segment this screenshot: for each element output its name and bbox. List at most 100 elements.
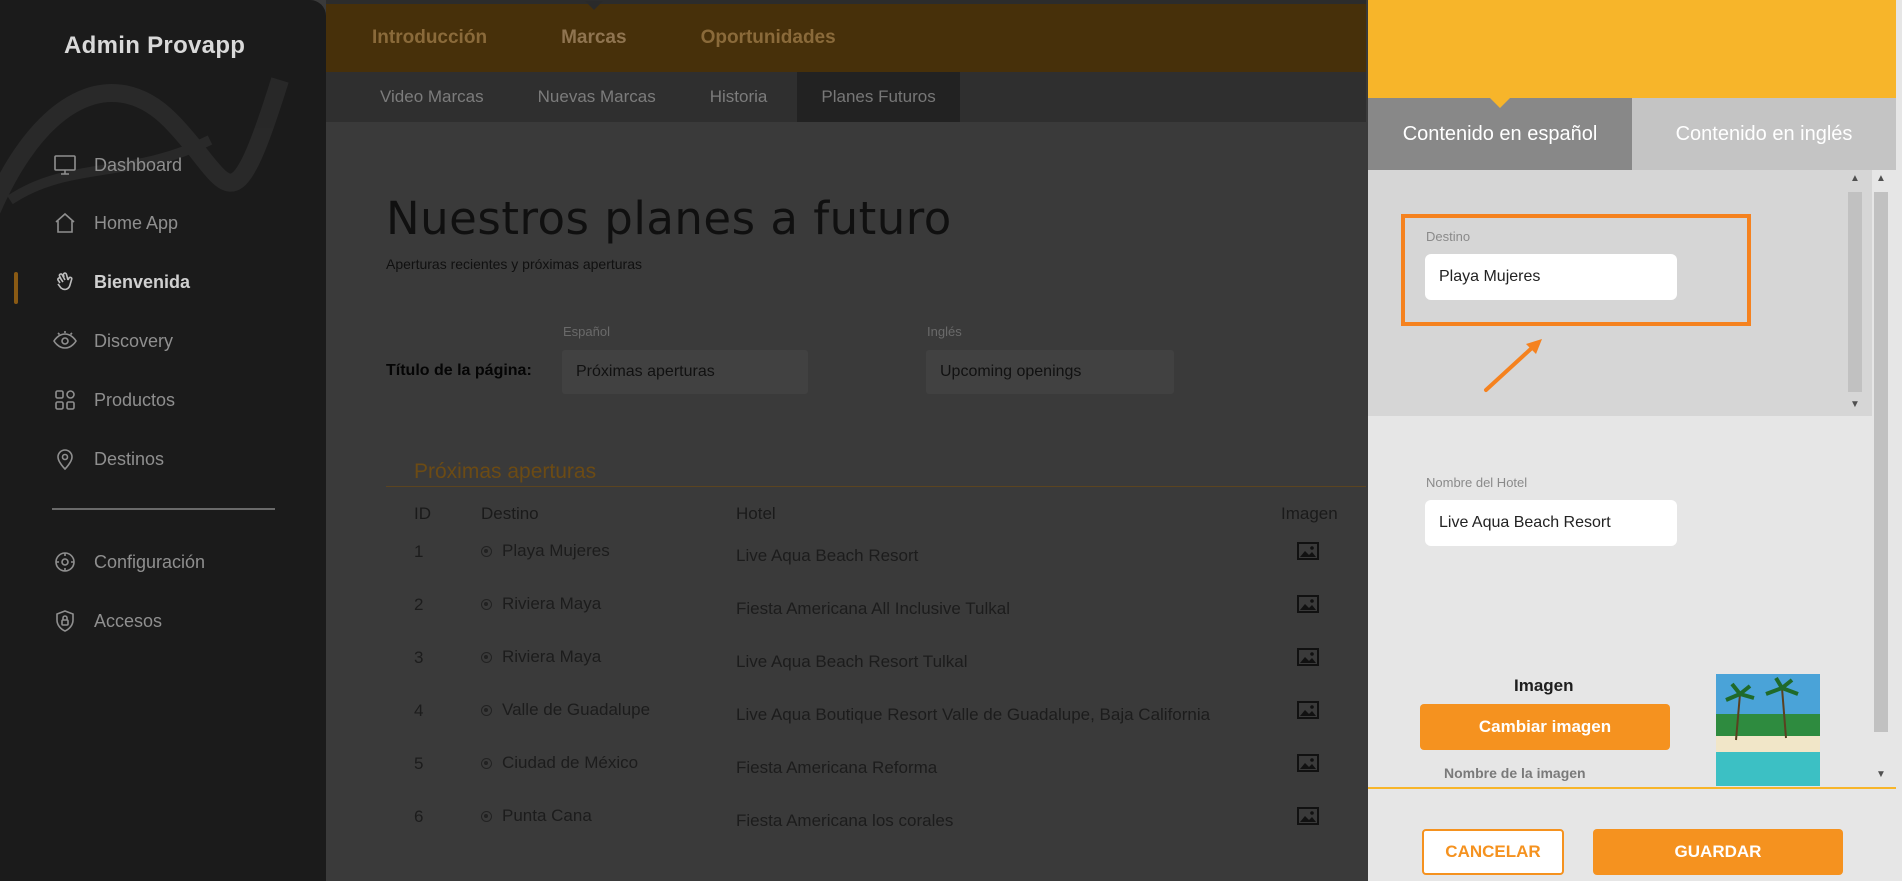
sidebar-item-label: Configuración (94, 551, 206, 572)
tab-contenido-espanol[interactable]: Contenido en español (1368, 97, 1632, 170)
title-es-input[interactable]: Próximas aperturas (562, 350, 808, 394)
monitor-icon (52, 152, 78, 178)
col-header-hotel: Hotel (736, 504, 776, 523)
cell-destino: Punta Cana (481, 806, 592, 826)
section-title: Próximas aperturas (414, 460, 597, 483)
eye-icon (52, 328, 78, 354)
title-en-input[interactable]: Upcoming openings (926, 350, 1174, 394)
sidebar-item-label: Dashboard (94, 154, 183, 175)
cell-hotel: Fiesta Americana Reforma (736, 758, 938, 777)
sidebar-item-home-app[interactable]: Home App (52, 206, 178, 240)
sidebar-item-label: Discovery (94, 330, 174, 351)
panel-scrollbar[interactable]: ▲ ▼ (1872, 170, 1890, 788)
radio-icon[interactable] (481, 757, 492, 769)
col-header-id: ID (414, 504, 431, 523)
cell-hotel: Fiesta Americana All Inclusive Tulkal (736, 599, 1011, 618)
active-indicator (14, 272, 18, 304)
lang-es-label: Español (563, 324, 610, 339)
col-header-imagen: Imagen (1281, 504, 1338, 523)
radio-icon[interactable] (481, 704, 492, 716)
sidebar-item-destinos[interactable]: Destinos (52, 442, 164, 476)
tab-introduccion[interactable]: Introducción (372, 27, 487, 49)
page-title: Nuestros planes a futuro (386, 192, 952, 245)
image-icon[interactable] (1297, 807, 1319, 825)
panel-tabs: Contenido en español Contenido en inglés (1368, 97, 1896, 170)
sidebar-item-discovery[interactable]: Discovery (52, 324, 173, 358)
save-button[interactable]: GUARDAR (1593, 829, 1843, 875)
sidebar-item-configuracion[interactable]: Configuración (52, 545, 205, 579)
scroll-down-icon[interactable]: ▼ (1846, 396, 1864, 414)
image-icon[interactable] (1297, 595, 1319, 613)
cell-id: 1 (414, 542, 424, 561)
section-divider (386, 486, 1366, 487)
page-subtitle: Aperturas recientes y próximas aperturas (386, 256, 642, 272)
tab-oportunidades[interactable]: Oportunidades (701, 27, 836, 49)
image-icon[interactable] (1297, 701, 1319, 719)
sidebar-item-dashboard[interactable]: Dashboard (52, 148, 182, 182)
image-icon[interactable] (1297, 754, 1319, 772)
cell-destino: Ciudad de México (481, 753, 638, 773)
cell-hotel: Live Aqua Beach Resort Tulkal (736, 652, 968, 671)
panel-header (1368, 0, 1896, 98)
radio-icon[interactable] (481, 598, 492, 610)
cell-destino: Playa Mujeres (481, 541, 610, 561)
inner-scrollbar[interactable]: ▲ ▼ (1846, 170, 1864, 416)
scroll-up-icon[interactable]: ▲ (1846, 170, 1864, 188)
scroll-down-icon[interactable]: ▼ (1872, 766, 1890, 784)
cell-destino-text: Riviera Maya (502, 647, 602, 666)
inner-scrollbar-thumb[interactable] (1848, 192, 1862, 392)
col-header-destino: Destino (481, 504, 539, 523)
sidebar-item-label: Bienvenida (94, 271, 191, 292)
highlight-annotation (1401, 214, 1751, 326)
cell-destino-text: Punta Cana (502, 806, 592, 825)
map-pin-icon (52, 446, 78, 472)
gear-icon (52, 549, 78, 575)
cell-destino: Riviera Maya (481, 647, 601, 667)
edit-panel: Contenido en español Contenido en inglés… (1368, 0, 1902, 881)
radio-icon[interactable] (481, 810, 492, 822)
image-icon[interactable] (1297, 648, 1319, 666)
tab-contenido-ingles[interactable]: Contenido en inglés (1632, 98, 1896, 170)
subtab-nuevas-marcas[interactable]: Nuevas Marcas (538, 72, 656, 122)
cancel-button[interactable]: CANCELAR (1422, 829, 1564, 875)
home-icon (52, 210, 78, 236)
panel-scrollbar-thumb[interactable] (1874, 192, 1888, 732)
lang-en-label: Inglés (927, 324, 962, 339)
shield-lock-icon (52, 608, 78, 634)
radio-icon[interactable] (481, 545, 492, 557)
waving-hand-icon (52, 269, 78, 295)
subtab-planes-futuros[interactable]: Planes Futuros (797, 72, 960, 122)
image-section-title: Imagen (1514, 676, 1574, 695)
sidebar-item-accesos[interactable]: Accesos (52, 604, 162, 638)
cell-id: 4 (414, 701, 424, 720)
scroll-up-icon[interactable]: ▲ (1872, 170, 1890, 188)
cell-id: 2 (414, 595, 424, 614)
panel-footer: CANCELAR GUARDAR (1368, 789, 1896, 881)
beach-thumbnail (1716, 674, 1820, 786)
subtab-video-marcas[interactable]: Video Marcas (380, 72, 484, 122)
sub-nav: Video Marcas Nuevas Marcas Historia Plan… (326, 72, 1366, 122)
hotel-label: Nombre del Hotel (1426, 475, 1528, 490)
sidebar-item-productos[interactable]: Productos (52, 383, 175, 417)
cell-id: 3 (414, 648, 424, 667)
page-title-label: Título de la página: (386, 362, 532, 379)
sidebar-divider (52, 508, 275, 510)
sidebar-item-bienvenida[interactable]: Bienvenida (52, 265, 190, 299)
subtab-historia[interactable]: Historia (710, 72, 768, 122)
cell-hotel: Fiesta Americana los corales (736, 811, 954, 830)
sidebar: Admin Provapp Dashboard Home App Bienven… (0, 0, 326, 881)
cell-destino-text: Ciudad de México (502, 753, 639, 772)
main-content: Nuestros planes a futuro Aperturas recie… (326, 122, 1366, 881)
image-name-label: Nombre de la imagen (1444, 765, 1586, 781)
image-icon[interactable] (1297, 542, 1319, 560)
cell-id: 5 (414, 754, 424, 773)
change-image-button[interactable]: Cambiar imagen (1420, 704, 1670, 750)
radio-icon[interactable] (481, 651, 492, 663)
tab-marcas[interactable]: Marcas (561, 1, 627, 49)
hotel-input[interactable]: Live Aqua Beach Resort (1425, 500, 1677, 546)
sidebar-item-label: Home App (94, 212, 179, 233)
top-nav: Introducción Marcas Oportunidades (326, 1, 1366, 72)
cell-destino-text: Playa Mujeres (502, 541, 610, 560)
app-brand: Admin Provapp (64, 32, 246, 59)
cell-hotel: Live Aqua Beach Resort (736, 546, 919, 565)
